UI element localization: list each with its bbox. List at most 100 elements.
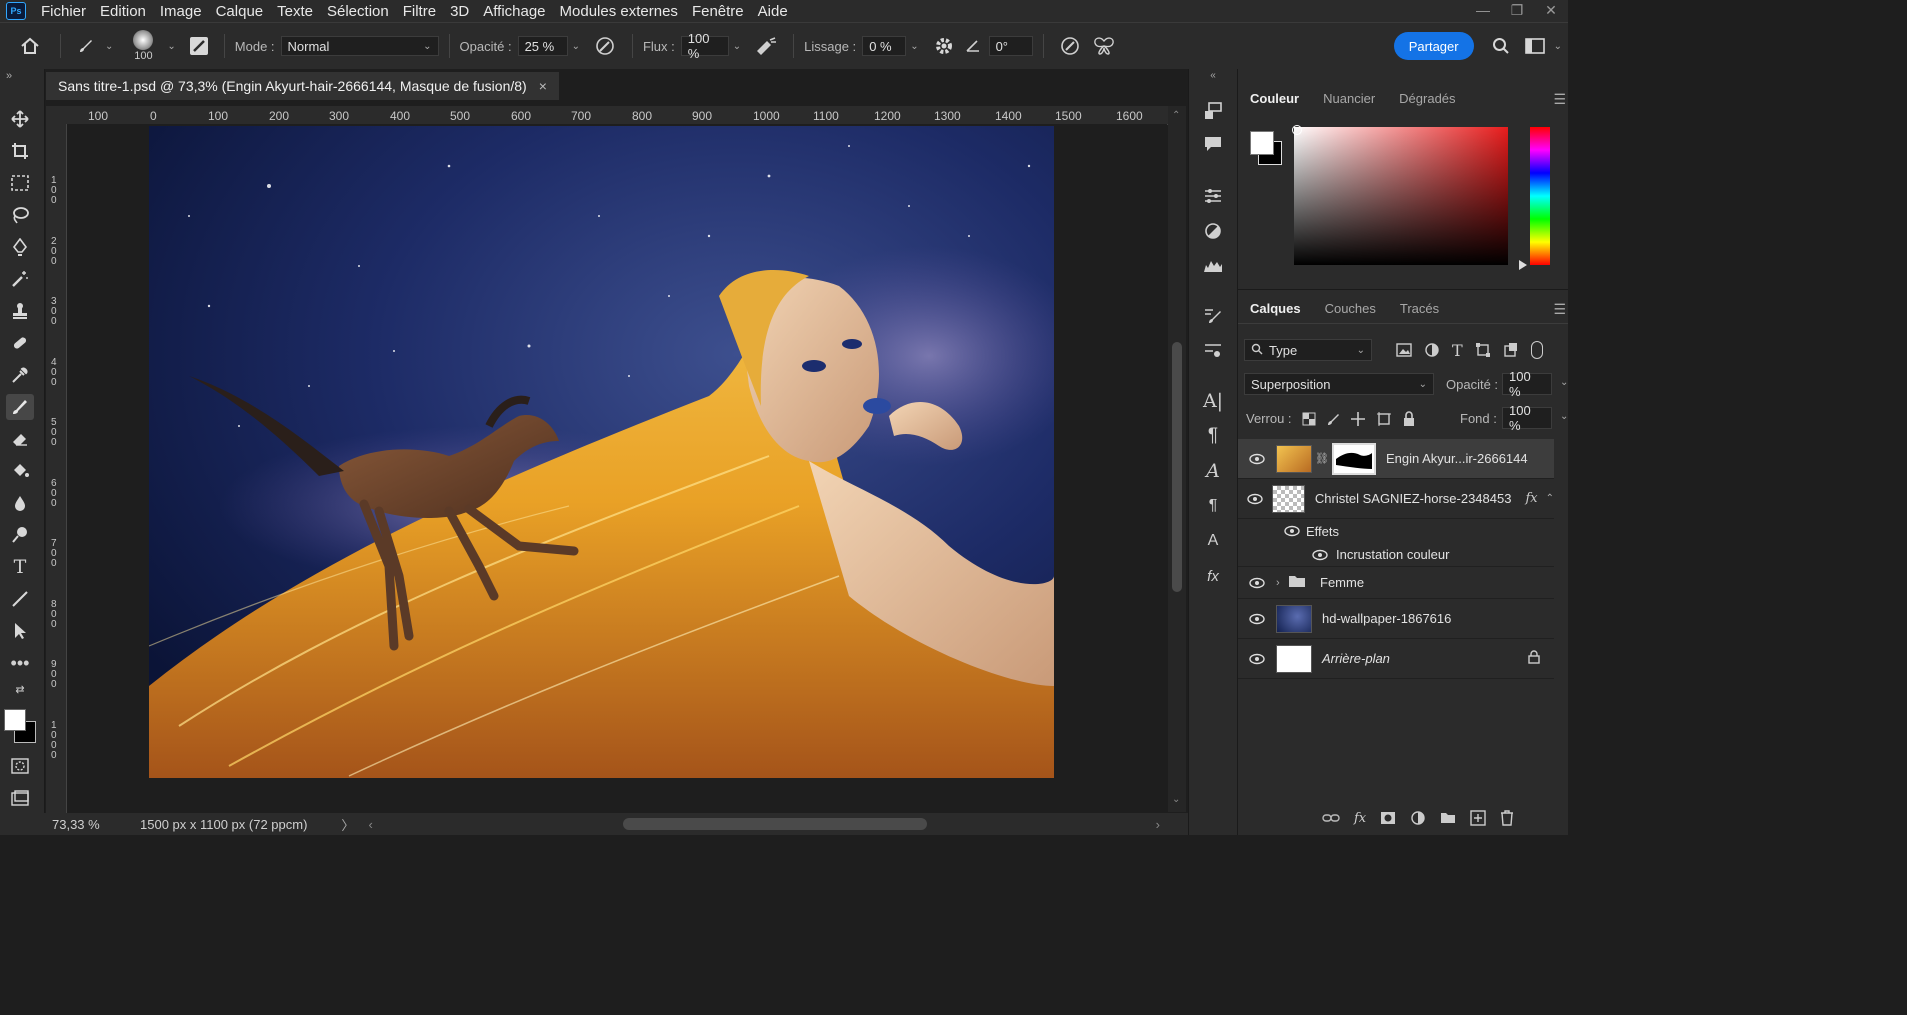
trash-icon[interactable] xyxy=(1500,810,1514,826)
airbrush-icon[interactable] xyxy=(749,37,783,55)
visibility-eye-icon[interactable] xyxy=(1238,613,1276,625)
foreground-color-chip[interactable] xyxy=(1250,131,1274,155)
effect-row[interactable]: Incrustation couleur xyxy=(1238,543,1554,567)
lock-all-icon[interactable] xyxy=(1402,411,1416,427)
layer-row-selected[interactable]: ⛓ Engin Akyur...ir-2666144 xyxy=(1238,439,1554,479)
brush-settings-panel-icon[interactable] xyxy=(1200,304,1226,328)
pen-tool-icon[interactable] xyxy=(6,234,34,260)
histogram-icon[interactable] xyxy=(1200,253,1226,277)
hscroll-right-icon[interactable]: › xyxy=(1156,817,1160,832)
visibility-eye-icon[interactable] xyxy=(1238,577,1276,589)
line-tool-icon[interactable] xyxy=(6,586,34,612)
healing-brush-icon[interactable] xyxy=(6,330,34,356)
menu-affichage[interactable]: Affichage xyxy=(476,3,552,20)
more-tools-icon[interactable]: ••• xyxy=(6,650,34,676)
menu-filtre[interactable]: Filtre xyxy=(396,3,443,20)
move-tool-icon[interactable] xyxy=(6,106,34,132)
layer-name[interactable]: Engin Akyur...ir-2666144 xyxy=(1386,451,1528,466)
chevron-down-icon[interactable]: ⌄ xyxy=(167,41,175,52)
layer-row[interactable]: Christel SAGNIEZ-horse-2348453 fx ⌃ xyxy=(1238,479,1554,519)
angle-input[interactable]: 0° xyxy=(988,36,1033,56)
vertical-scrollbar[interactable]: ⌃ ⌄ xyxy=(1168,106,1186,812)
flow-input[interactable]: 100 % xyxy=(680,31,729,61)
dodge-tool-icon[interactable] xyxy=(6,522,34,548)
layer-name[interactable]: hd-wallpaper-1867616 xyxy=(1322,611,1451,626)
pressure-opacity-icon[interactable] xyxy=(588,36,622,56)
color-picker-cursor[interactable] xyxy=(1292,125,1302,135)
blend-mode-select[interactable]: Superposition ⌄ xyxy=(1244,373,1434,395)
lock-transparency-icon[interactable] xyxy=(1302,412,1316,426)
artwork-canvas[interactable] xyxy=(149,126,1054,778)
fx-badge[interactable]: fx xyxy=(1525,491,1537,506)
symmetry-butterfly-icon[interactable] xyxy=(1086,37,1122,55)
tab-traces[interactable]: Tracés xyxy=(1388,301,1451,316)
close-window-button[interactable]: ✕ xyxy=(1534,0,1568,22)
zoom-level[interactable]: 73,33 % xyxy=(44,817,132,832)
menu-edition[interactable]: Edition xyxy=(93,3,153,20)
chevron-down-icon[interactable]: ⌄ xyxy=(1560,377,1568,388)
blur-tool-icon[interactable] xyxy=(6,490,34,516)
smoothing-input[interactable]: 0 % xyxy=(862,36,907,56)
tab-couches[interactable]: Couches xyxy=(1313,301,1388,316)
eraser-tool-icon[interactable] xyxy=(6,426,34,452)
hue-slider[interactable] xyxy=(1530,127,1550,265)
layer-thumbnail[interactable] xyxy=(1276,604,1312,633)
layer-thumbnail[interactable] xyxy=(1276,444,1312,473)
visibility-eye-icon[interactable] xyxy=(1238,493,1272,505)
marquee-tool-icon[interactable] xyxy=(6,170,34,196)
hscroll-left-icon[interactable]: ‹ xyxy=(368,817,372,832)
tab-degrades[interactable]: Dégradés xyxy=(1387,91,1467,106)
share-button[interactable]: Partager xyxy=(1393,32,1474,60)
quick-mask-icon[interactable] xyxy=(6,753,34,779)
new-adjustment-icon[interactable] xyxy=(1410,810,1426,826)
paint-bucket-icon[interactable] xyxy=(6,458,34,484)
crop-tool-icon[interactable] xyxy=(6,138,34,164)
add-style-fx-icon[interactable]: fx xyxy=(1354,811,1366,826)
color-field[interactable] xyxy=(1294,127,1508,265)
panel-menu-icon[interactable]: ☰ xyxy=(1553,91,1566,108)
brush-tool-icon[interactable] xyxy=(71,37,101,55)
screen-mode-icon[interactable] xyxy=(6,785,34,811)
link-chain-icon[interactable]: ⛓ xyxy=(1315,452,1329,465)
brush-preset-picker[interactable]: 100 xyxy=(123,30,163,62)
character-styles-icon[interactable]: A xyxy=(1200,529,1226,553)
glyphs-icon[interactable]: A xyxy=(1200,459,1226,483)
type-filter-icon[interactable]: T xyxy=(1452,341,1463,360)
menu-modules-externes[interactable]: Modules externes xyxy=(553,3,685,20)
visibility-eye-icon[interactable] xyxy=(1238,453,1276,465)
tab-nuancier[interactable]: Nuancier xyxy=(1311,91,1387,106)
foreground-color-swatch[interactable] xyxy=(4,709,26,731)
chevron-up-icon[interactable]: ⌃ xyxy=(1546,493,1554,504)
fill-input[interactable]: 100 % xyxy=(1502,403,1552,433)
paragraph-styles-icon[interactable]: ¶ xyxy=(1200,494,1226,518)
scroll-up-icon[interactable]: ⌃ xyxy=(1172,110,1180,121)
menu-3d[interactable]: 3D xyxy=(443,3,476,20)
filter-toggle-icon[interactable] xyxy=(1530,341,1543,359)
add-mask-icon[interactable] xyxy=(1380,811,1396,825)
home-icon[interactable] xyxy=(10,36,50,56)
type-tool-icon[interactable]: T xyxy=(6,554,34,580)
chevron-down-icon[interactable]: ⌄ xyxy=(1554,41,1562,52)
hue-slider-handle[interactable] xyxy=(1519,260,1527,270)
workspace-icon[interactable] xyxy=(1520,38,1550,54)
scroll-thumb[interactable] xyxy=(1172,342,1182,592)
layer-name[interactable]: Arrière-plan xyxy=(1322,651,1528,666)
layer-row[interactable]: hd-wallpaper-1867616 xyxy=(1238,599,1554,639)
pressure-size-icon[interactable] xyxy=(1054,36,1086,56)
close-tab-icon[interactable]: × xyxy=(539,78,547,94)
menu-texte[interactable]: Texte xyxy=(270,3,320,20)
eyedropper-icon[interactable] xyxy=(6,362,34,388)
new-layer-icon[interactable] xyxy=(1470,810,1486,826)
adjustments-sliders-icon[interactable] xyxy=(1200,184,1226,208)
menu-calque[interactable]: Calque xyxy=(209,3,271,20)
character-icon[interactable]: A| xyxy=(1200,389,1226,413)
history-icon[interactable] xyxy=(1200,99,1226,123)
status-menu-arrow[interactable]: 〉 xyxy=(341,815,354,834)
magic-wand-icon[interactable] xyxy=(6,266,34,292)
tab-couleur[interactable]: Couleur xyxy=(1238,91,1311,106)
tab-calques[interactable]: Calques xyxy=(1238,301,1313,316)
image-filter-icon[interactable] xyxy=(1396,343,1412,357)
menu-fichier[interactable]: Fichier xyxy=(34,3,93,20)
brush-settings-icon[interactable] xyxy=(184,36,214,56)
menu-selection[interactable]: Sélection xyxy=(320,3,396,20)
